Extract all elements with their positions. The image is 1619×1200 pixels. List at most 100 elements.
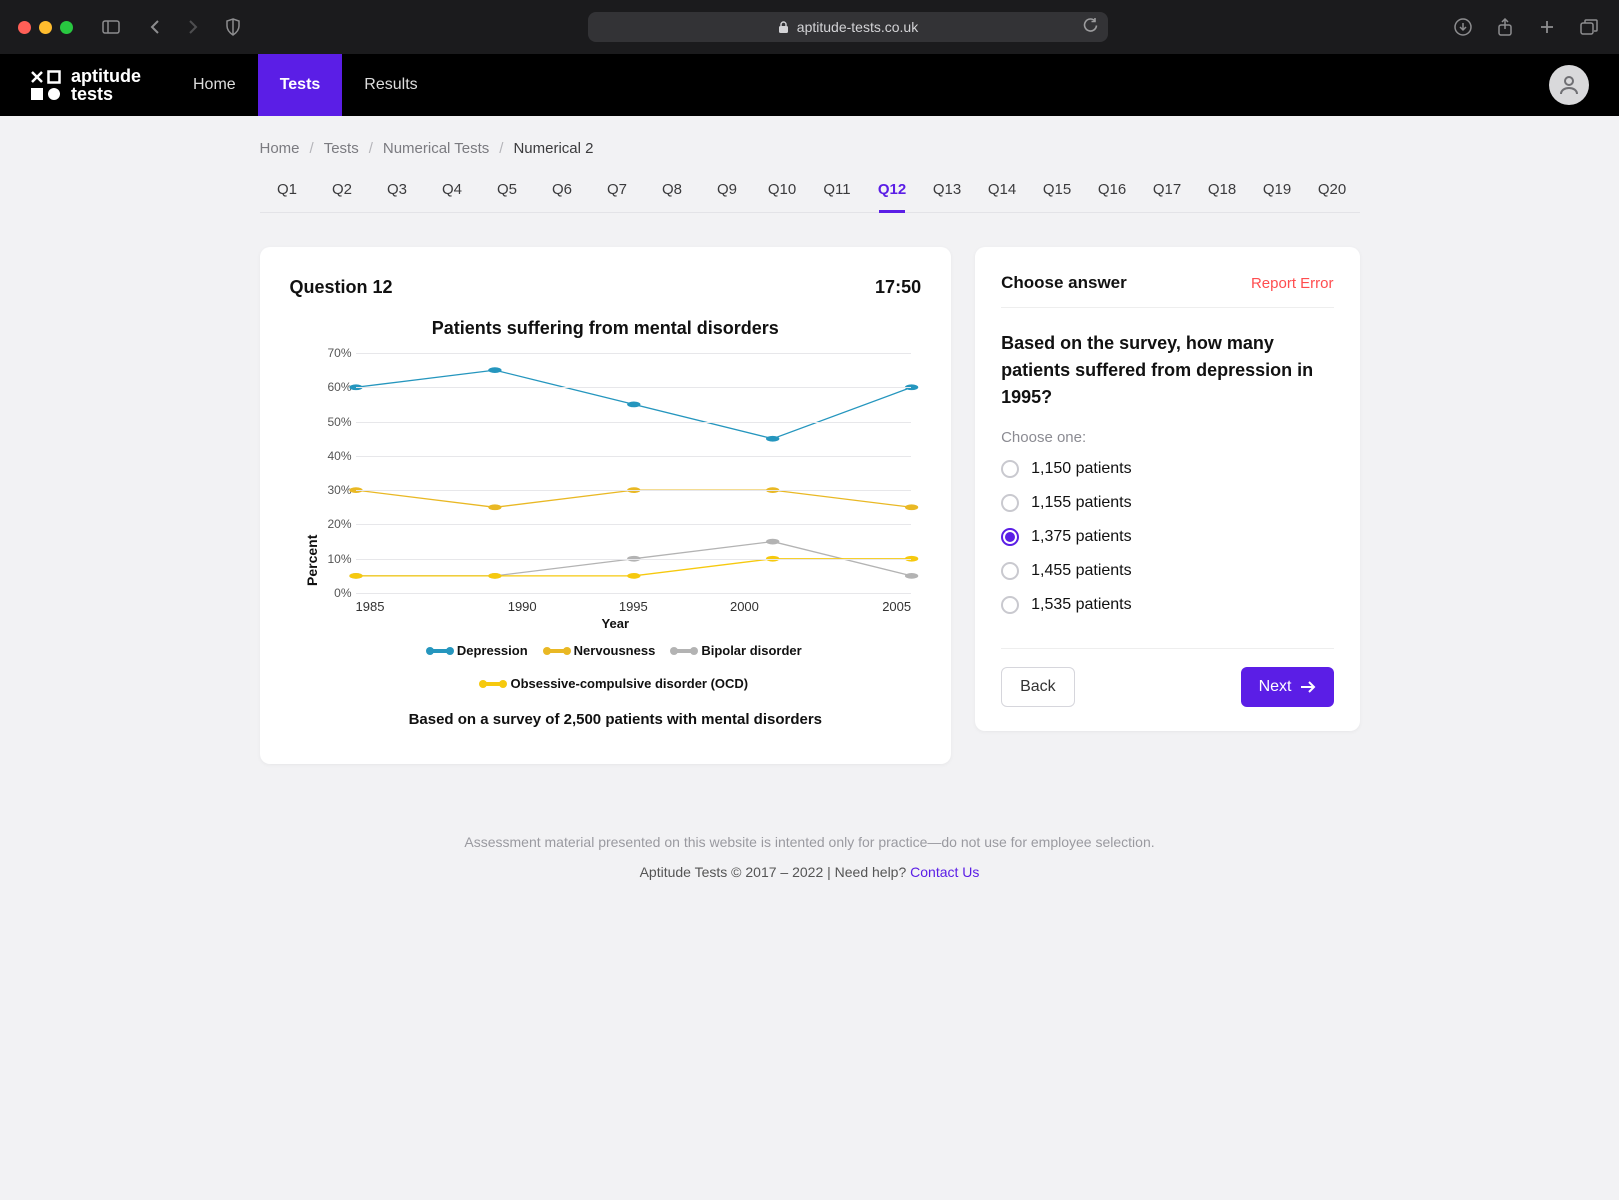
question-tab-q19[interactable]: Q19 bbox=[1250, 173, 1305, 212]
y-tick-label: 0% bbox=[334, 586, 351, 600]
data-point bbox=[904, 573, 917, 579]
logo-text: aptitudetests bbox=[71, 67, 141, 103]
x-tick-label: 1995 bbox=[578, 599, 689, 614]
nav-link-home[interactable]: Home bbox=[171, 54, 258, 116]
grid-line bbox=[356, 456, 912, 457]
question-tab-q20[interactable]: Q20 bbox=[1305, 173, 1360, 212]
page: Home/Tests/Numerical Tests/Numerical 2 Q… bbox=[0, 116, 1619, 1200]
data-point bbox=[488, 573, 501, 579]
answer-option[interactable]: 1,535 patients bbox=[1001, 596, 1333, 614]
grid-line bbox=[356, 353, 912, 354]
tabs-icon[interactable] bbox=[1577, 15, 1601, 39]
question-tab-q18[interactable]: Q18 bbox=[1195, 173, 1250, 212]
question-tabs: Q1Q2Q3Q4Q5Q6Q7Q8Q9Q10Q11Q12Q13Q14Q15Q16Q… bbox=[260, 173, 1360, 213]
question-tab-q10[interactable]: Q10 bbox=[755, 173, 810, 212]
nav-link-tests[interactable]: Tests bbox=[258, 54, 343, 116]
question-tab-q2[interactable]: Q2 bbox=[315, 173, 370, 212]
shield-icon[interactable] bbox=[221, 15, 245, 39]
question-tab-q15[interactable]: Q15 bbox=[1030, 173, 1085, 212]
minimize-window-icon[interactable] bbox=[39, 21, 52, 34]
choose-one-label: Choose one: bbox=[1001, 429, 1333, 446]
breadcrumb-separator: / bbox=[310, 140, 314, 157]
close-window-icon[interactable] bbox=[18, 21, 31, 34]
back-button[interactable]: Back bbox=[1001, 667, 1075, 707]
answer-option[interactable]: 1,455 patients bbox=[1001, 562, 1333, 580]
grid-line bbox=[356, 593, 912, 594]
logo-icon bbox=[30, 70, 61, 101]
y-tick-label: 40% bbox=[327, 449, 351, 463]
next-button[interactable]: Next bbox=[1241, 667, 1334, 707]
data-point bbox=[904, 504, 917, 510]
question-tab-q5[interactable]: Q5 bbox=[480, 173, 535, 212]
breadcrumb-separator: / bbox=[369, 140, 373, 157]
question-tab-q14[interactable]: Q14 bbox=[975, 173, 1030, 212]
grid-line bbox=[356, 422, 912, 423]
address-bar[interactable]: aptitude-tests.co.uk bbox=[588, 12, 1108, 42]
question-title: Question 12 bbox=[290, 277, 393, 298]
answer-option[interactable]: 1,150 patients bbox=[1001, 460, 1333, 478]
legend-swatch-icon bbox=[673, 649, 695, 653]
share-icon[interactable] bbox=[1493, 15, 1517, 39]
question-tab-q17[interactable]: Q17 bbox=[1140, 173, 1195, 212]
maximize-window-icon[interactable] bbox=[60, 21, 73, 34]
breadcrumb-item[interactable]: Numerical Tests bbox=[383, 140, 489, 157]
question-tab-q16[interactable]: Q16 bbox=[1085, 173, 1140, 212]
radio-icon bbox=[1001, 460, 1019, 478]
radio-icon bbox=[1001, 528, 1019, 546]
y-tick-label: 10% bbox=[327, 552, 351, 566]
radio-icon bbox=[1001, 596, 1019, 614]
question-tab-q1[interactable]: Q1 bbox=[260, 173, 315, 212]
downloads-icon[interactable] bbox=[1451, 15, 1475, 39]
breadcrumb-item[interactable]: Home bbox=[260, 140, 300, 157]
breadcrumb-item[interactable]: Tests bbox=[324, 140, 359, 157]
grid-line bbox=[356, 559, 912, 560]
question-tab-q9[interactable]: Q9 bbox=[700, 173, 755, 212]
contact-us-link[interactable]: Contact Us bbox=[910, 864, 979, 880]
answer-option[interactable]: 1,375 patients bbox=[1001, 528, 1333, 546]
legend-item: Nervousness bbox=[546, 643, 656, 658]
data-point bbox=[766, 436, 779, 442]
legend-item: Depression bbox=[429, 643, 528, 658]
nav-link-results[interactable]: Results bbox=[342, 54, 439, 116]
logo[interactable]: aptitudetests bbox=[30, 67, 141, 103]
new-tab-icon[interactable] bbox=[1535, 15, 1559, 39]
question-tab-q13[interactable]: Q13 bbox=[920, 173, 975, 212]
x-axis-label: Year bbox=[320, 616, 912, 631]
question-tab-q11[interactable]: Q11 bbox=[810, 173, 865, 212]
question-text: Based on the survey, how many patients s… bbox=[1001, 330, 1333, 411]
option-label: 1,535 patients bbox=[1031, 596, 1132, 614]
forward-icon[interactable] bbox=[181, 15, 205, 39]
question-tab-q6[interactable]: Q6 bbox=[535, 173, 590, 212]
answer-option[interactable]: 1,155 patients bbox=[1001, 494, 1333, 512]
y-tick-label: 30% bbox=[327, 483, 351, 497]
legend-label: Nervousness bbox=[574, 643, 656, 658]
avatar[interactable] bbox=[1549, 65, 1589, 105]
y-tick-label: 50% bbox=[327, 415, 351, 429]
sidebar-toggle-icon[interactable] bbox=[99, 15, 123, 39]
footer-copyright: Aptitude Tests © 2017 – 2022 | Need help… bbox=[20, 864, 1599, 880]
legend-label: Bipolar disorder bbox=[701, 643, 801, 658]
grid-line bbox=[356, 490, 912, 491]
question-tab-q3[interactable]: Q3 bbox=[370, 173, 425, 212]
legend-label: Depression bbox=[457, 643, 528, 658]
x-tick-label: 2000 bbox=[689, 599, 800, 614]
question-tab-q4[interactable]: Q4 bbox=[425, 173, 480, 212]
footer-disclaimer: Assessment material presented on this we… bbox=[20, 834, 1599, 850]
legend-label: Obsessive-compulsive disorder (OCD) bbox=[510, 676, 748, 691]
answer-title: Choose answer bbox=[1001, 273, 1127, 293]
question-tab-q7[interactable]: Q7 bbox=[590, 173, 645, 212]
question-tab-q12[interactable]: Q12 bbox=[865, 173, 920, 212]
y-axis-label: Percent bbox=[300, 353, 320, 728]
back-icon[interactable] bbox=[143, 15, 167, 39]
option-label: 1,150 patients bbox=[1031, 460, 1132, 478]
y-tick-label: 60% bbox=[327, 380, 351, 394]
chart-plot: 0%10%20%30%40%50%60%70% bbox=[356, 353, 912, 593]
nav-arrows bbox=[143, 15, 205, 39]
question-tab-q8[interactable]: Q8 bbox=[645, 173, 700, 212]
report-error-link[interactable]: Report Error bbox=[1251, 275, 1334, 292]
chart-legend: Depression Nervousness Bipolar disorder Obs… bbox=[320, 643, 912, 691]
answer-card: Choose answer Report Error Based on the … bbox=[975, 247, 1359, 731]
reload-icon[interactable] bbox=[1083, 18, 1098, 36]
x-tick-label: 1990 bbox=[467, 599, 578, 614]
url-text: aptitude-tests.co.uk bbox=[797, 19, 918, 35]
